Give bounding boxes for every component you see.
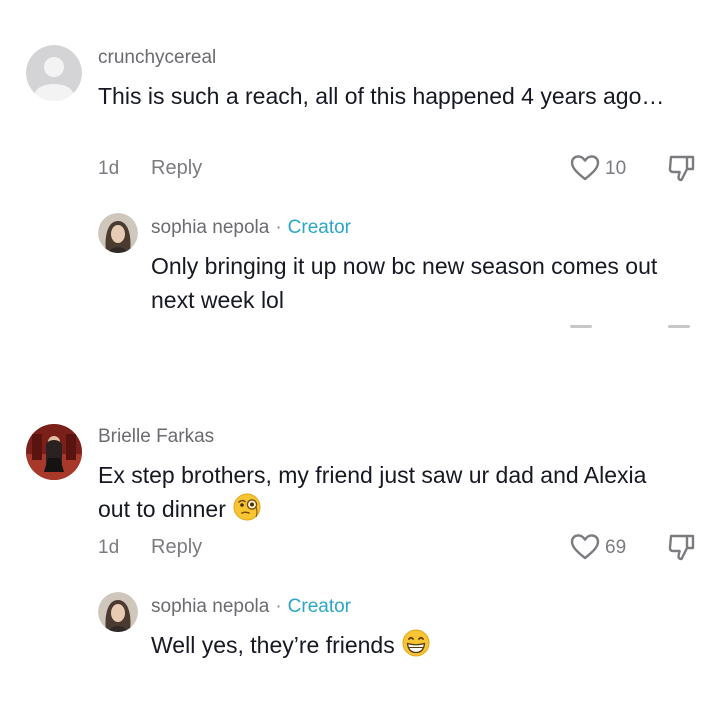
clipped-row-fragment — [570, 325, 592, 328]
dislike-icon[interactable] — [667, 533, 697, 563]
reply-text: Only bringing it up now bc new season co… — [151, 253, 658, 313]
username-text[interactable]: crunchycereal — [98, 47, 216, 68]
default-avatar-icon — [26, 45, 82, 101]
comment-time: 1d — [98, 537, 120, 558]
comment-text: Ex step brothers, my friend just saw ur … — [98, 458, 678, 526]
reply-text: Well yes, they’re friends — [151, 628, 696, 662]
comment-username[interactable]: crunchycereal — [98, 47, 216, 69]
reply-username-row: sophia nepola · Creator — [151, 217, 351, 239]
reply-button[interactable]: Reply — [151, 536, 202, 559]
creator-badge: Creator — [287, 596, 352, 617]
reply-username[interactable]: sophia nepola — [151, 596, 269, 617]
comment-username[interactable]: Brielle Farkas — [98, 426, 214, 448]
reply-button[interactable]: Reply — [151, 157, 202, 180]
creator-avatar-icon — [98, 213, 138, 253]
avatar[interactable] — [26, 45, 82, 101]
comment-text: This is such a reach, all of this happen… — [98, 83, 665, 109]
avatar[interactable] — [98, 213, 138, 253]
heart-icon[interactable] — [570, 533, 600, 561]
user-photo-avatar-icon — [26, 424, 82, 480]
reply-username-row: sophia nepola · Creator — [151, 596, 351, 618]
avatar[interactable] — [98, 592, 138, 632]
heart-icon[interactable] — [570, 154, 600, 182]
comment-text-content: Ex step brothers, my friend just saw ur … — [98, 462, 647, 522]
reply-text-content: Well yes, they’re friends — [151, 632, 395, 658]
like-count: 69 — [605, 537, 627, 558]
dislike-icon[interactable] — [667, 154, 697, 184]
grinning-face-icon — [402, 629, 430, 657]
creator-badge: Creator — [287, 217, 352, 238]
reply-username[interactable]: sophia nepola — [151, 217, 269, 238]
username-text[interactable]: Brielle Farkas — [98, 426, 214, 447]
avatar[interactable] — [26, 424, 82, 480]
separator-dot: · — [275, 596, 282, 617]
separator-dot: · — [275, 217, 282, 238]
face-with-monocle-icon — [233, 493, 261, 521]
creator-avatar-icon — [98, 592, 138, 632]
clipped-row-fragment — [668, 325, 690, 328]
comment-time: 1d — [98, 158, 120, 179]
like-count: 10 — [605, 158, 627, 179]
